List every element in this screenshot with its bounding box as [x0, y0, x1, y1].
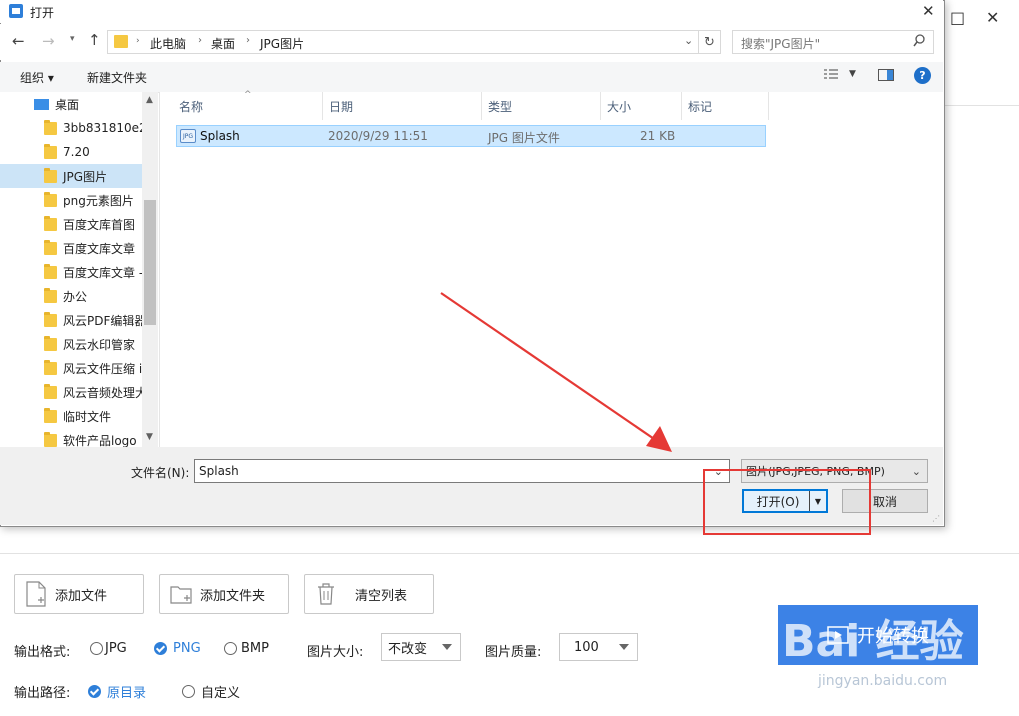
annotation-highlight-box [703, 469, 871, 535]
annotation-arrow [440, 292, 672, 452]
